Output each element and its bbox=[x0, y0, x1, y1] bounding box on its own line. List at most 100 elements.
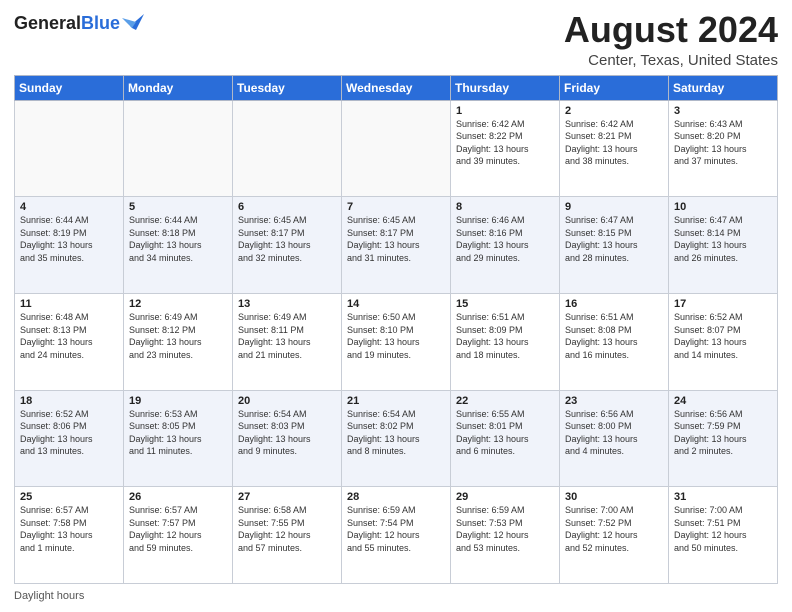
calendar-header-saturday: Saturday bbox=[669, 75, 778, 100]
calendar-header-tuesday: Tuesday bbox=[233, 75, 342, 100]
day-info: Sunrise: 7:00 AMSunset: 7:51 PMDaylight:… bbox=[674, 504, 772, 554]
day-number: 3 bbox=[674, 105, 772, 117]
calendar-week-4: 18Sunrise: 6:52 AMSunset: 8:06 PMDayligh… bbox=[15, 390, 778, 487]
calendar-cell-3-2: 12Sunrise: 6:49 AMSunset: 8:12 PMDayligh… bbox=[124, 293, 233, 390]
calendar-header-thursday: Thursday bbox=[451, 75, 560, 100]
calendar-week-3: 11Sunrise: 6:48 AMSunset: 8:13 PMDayligh… bbox=[15, 293, 778, 390]
calendar-cell-1-6: 2Sunrise: 6:42 AMSunset: 8:21 PMDaylight… bbox=[560, 100, 669, 197]
logo-text: GeneralBlue bbox=[14, 14, 120, 34]
day-info: Sunrise: 6:57 AMSunset: 7:58 PMDaylight:… bbox=[20, 504, 118, 554]
calendar-cell-4-4: 21Sunrise: 6:54 AMSunset: 8:02 PMDayligh… bbox=[342, 390, 451, 487]
day-number: 11 bbox=[20, 298, 118, 310]
day-info: Sunrise: 6:49 AMSunset: 8:11 PMDaylight:… bbox=[238, 311, 336, 361]
calendar-cell-3-3: 13Sunrise: 6:49 AMSunset: 8:11 PMDayligh… bbox=[233, 293, 342, 390]
calendar-cell-4-2: 19Sunrise: 6:53 AMSunset: 8:05 PMDayligh… bbox=[124, 390, 233, 487]
calendar-cell-1-7: 3Sunrise: 6:43 AMSunset: 8:20 PMDaylight… bbox=[669, 100, 778, 197]
day-info: Sunrise: 6:45 AMSunset: 8:17 PMDaylight:… bbox=[347, 214, 445, 264]
day-number: 4 bbox=[20, 201, 118, 213]
day-number: 13 bbox=[238, 298, 336, 310]
day-number: 10 bbox=[674, 201, 772, 213]
day-number: 30 bbox=[565, 491, 663, 503]
day-info: Sunrise: 6:42 AMSunset: 8:21 PMDaylight:… bbox=[565, 118, 663, 168]
footer-note: Daylight hours bbox=[14, 590, 778, 602]
day-number: 22 bbox=[456, 395, 554, 407]
calendar-cell-5-7: 31Sunrise: 7:00 AMSunset: 7:51 PMDayligh… bbox=[669, 487, 778, 584]
calendar-week-1: 1Sunrise: 6:42 AMSunset: 8:22 PMDaylight… bbox=[15, 100, 778, 197]
day-number: 6 bbox=[238, 201, 336, 213]
day-info: Sunrise: 6:56 AMSunset: 7:59 PMDaylight:… bbox=[674, 408, 772, 458]
calendar-cell-1-5: 1Sunrise: 6:42 AMSunset: 8:22 PMDaylight… bbox=[451, 100, 560, 197]
day-number: 2 bbox=[565, 105, 663, 117]
calendar-week-2: 4Sunrise: 6:44 AMSunset: 8:19 PMDaylight… bbox=[15, 197, 778, 294]
day-number: 15 bbox=[456, 298, 554, 310]
subtitle: Center, Texas, United States bbox=[564, 52, 778, 69]
day-number: 14 bbox=[347, 298, 445, 310]
day-info: Sunrise: 6:43 AMSunset: 8:20 PMDaylight:… bbox=[674, 118, 772, 168]
calendar-cell-3-6: 16Sunrise: 6:51 AMSunset: 8:08 PMDayligh… bbox=[560, 293, 669, 390]
day-number: 31 bbox=[674, 491, 772, 503]
day-info: Sunrise: 6:59 AMSunset: 7:53 PMDaylight:… bbox=[456, 504, 554, 554]
day-info: Sunrise: 6:48 AMSunset: 8:13 PMDaylight:… bbox=[20, 311, 118, 361]
calendar-cell-5-5: 29Sunrise: 6:59 AMSunset: 7:53 PMDayligh… bbox=[451, 487, 560, 584]
day-info: Sunrise: 6:54 AMSunset: 8:03 PMDaylight:… bbox=[238, 408, 336, 458]
calendar-header-wednesday: Wednesday bbox=[342, 75, 451, 100]
calendar-header-friday: Friday bbox=[560, 75, 669, 100]
day-info: Sunrise: 6:44 AMSunset: 8:18 PMDaylight:… bbox=[129, 214, 227, 264]
day-info: Sunrise: 6:47 AMSunset: 8:14 PMDaylight:… bbox=[674, 214, 772, 264]
calendar-cell-4-5: 22Sunrise: 6:55 AMSunset: 8:01 PMDayligh… bbox=[451, 390, 560, 487]
day-info: Sunrise: 6:56 AMSunset: 8:00 PMDaylight:… bbox=[565, 408, 663, 458]
day-info: Sunrise: 6:58 AMSunset: 7:55 PMDaylight:… bbox=[238, 504, 336, 554]
calendar-cell-4-1: 18Sunrise: 6:52 AMSunset: 8:06 PMDayligh… bbox=[15, 390, 124, 487]
day-number: 18 bbox=[20, 395, 118, 407]
day-info: Sunrise: 6:55 AMSunset: 8:01 PMDaylight:… bbox=[456, 408, 554, 458]
day-number: 9 bbox=[565, 201, 663, 213]
calendar-cell-5-6: 30Sunrise: 7:00 AMSunset: 7:52 PMDayligh… bbox=[560, 487, 669, 584]
calendar-cell-2-5: 8Sunrise: 6:46 AMSunset: 8:16 PMDaylight… bbox=[451, 197, 560, 294]
day-number: 17 bbox=[674, 298, 772, 310]
calendar-table: SundayMondayTuesdayWednesdayThursdayFrid… bbox=[14, 75, 778, 584]
day-info: Sunrise: 6:42 AMSunset: 8:22 PMDaylight:… bbox=[456, 118, 554, 168]
day-info: Sunrise: 6:51 AMSunset: 8:09 PMDaylight:… bbox=[456, 311, 554, 361]
day-number: 19 bbox=[129, 395, 227, 407]
calendar-cell-2-4: 7Sunrise: 6:45 AMSunset: 8:17 PMDaylight… bbox=[342, 197, 451, 294]
calendar-cell-4-6: 23Sunrise: 6:56 AMSunset: 8:00 PMDayligh… bbox=[560, 390, 669, 487]
day-info: Sunrise: 6:51 AMSunset: 8:08 PMDaylight:… bbox=[565, 311, 663, 361]
calendar-cell-1-4 bbox=[342, 100, 451, 197]
calendar-cell-4-7: 24Sunrise: 6:56 AMSunset: 7:59 PMDayligh… bbox=[669, 390, 778, 487]
calendar-cell-5-1: 25Sunrise: 6:57 AMSunset: 7:58 PMDayligh… bbox=[15, 487, 124, 584]
day-info: Sunrise: 6:57 AMSunset: 7:57 PMDaylight:… bbox=[129, 504, 227, 554]
calendar-cell-3-7: 17Sunrise: 6:52 AMSunset: 8:07 PMDayligh… bbox=[669, 293, 778, 390]
day-number: 16 bbox=[565, 298, 663, 310]
day-info: Sunrise: 6:53 AMSunset: 8:05 PMDaylight:… bbox=[129, 408, 227, 458]
calendar-header-row: SundayMondayTuesdayWednesdayThursdayFrid… bbox=[15, 75, 778, 100]
day-number: 27 bbox=[238, 491, 336, 503]
day-number: 29 bbox=[456, 491, 554, 503]
calendar-cell-3-4: 14Sunrise: 6:50 AMSunset: 8:10 PMDayligh… bbox=[342, 293, 451, 390]
day-number: 21 bbox=[347, 395, 445, 407]
calendar-week-5: 25Sunrise: 6:57 AMSunset: 7:58 PMDayligh… bbox=[15, 487, 778, 584]
calendar-cell-2-1: 4Sunrise: 6:44 AMSunset: 8:19 PMDaylight… bbox=[15, 197, 124, 294]
calendar-cell-1-1 bbox=[15, 100, 124, 197]
day-number: 1 bbox=[456, 105, 554, 117]
day-number: 20 bbox=[238, 395, 336, 407]
calendar-cell-5-2: 26Sunrise: 6:57 AMSunset: 7:57 PMDayligh… bbox=[124, 487, 233, 584]
day-number: 23 bbox=[565, 395, 663, 407]
day-number: 12 bbox=[129, 298, 227, 310]
logo-bird-icon bbox=[122, 12, 144, 32]
calendar-cell-1-3 bbox=[233, 100, 342, 197]
calendar-cell-3-5: 15Sunrise: 6:51 AMSunset: 8:09 PMDayligh… bbox=[451, 293, 560, 390]
day-info: Sunrise: 6:52 AMSunset: 8:06 PMDaylight:… bbox=[20, 408, 118, 458]
day-info: Sunrise: 6:49 AMSunset: 8:12 PMDaylight:… bbox=[129, 311, 227, 361]
day-info: Sunrise: 6:54 AMSunset: 8:02 PMDaylight:… bbox=[347, 408, 445, 458]
title-area: August 2024 Center, Texas, United States bbox=[564, 10, 778, 69]
day-number: 5 bbox=[129, 201, 227, 213]
day-number: 25 bbox=[20, 491, 118, 503]
day-info: Sunrise: 6:47 AMSunset: 8:15 PMDaylight:… bbox=[565, 214, 663, 264]
logo: GeneralBlue bbox=[14, 14, 144, 34]
main-title: August 2024 bbox=[564, 10, 778, 50]
day-number: 26 bbox=[129, 491, 227, 503]
day-number: 7 bbox=[347, 201, 445, 213]
day-info: Sunrise: 6:50 AMSunset: 8:10 PMDaylight:… bbox=[347, 311, 445, 361]
calendar-cell-5-3: 27Sunrise: 6:58 AMSunset: 7:55 PMDayligh… bbox=[233, 487, 342, 584]
calendar-header-sunday: Sunday bbox=[15, 75, 124, 100]
